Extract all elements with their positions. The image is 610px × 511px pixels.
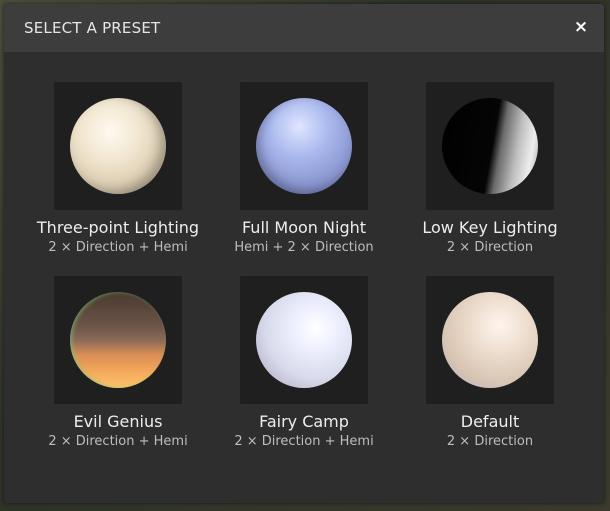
preset-description: 2 × Direction + Hemi [48,240,188,255]
preset-thumbnail [54,82,182,210]
preset-low-key-lighting[interactable]: Low Key Lighting 2 × Direction [396,82,584,255]
preset-dialog: SELECT A PRESET × Three-point Lighting 2… [4,4,604,503]
preset-thumbnail [426,276,554,404]
preset-default[interactable]: Default 2 × Direction [396,276,584,449]
sphere-preview [442,292,538,388]
preset-name: Full Moon Night [241,218,367,237]
preset-name: Default [460,412,520,431]
preset-name: Low Key Lighting [422,218,558,237]
preset-thumbnail [240,82,368,210]
preset-description: 2 × Direction + Hemi [48,434,188,449]
dialog-header: SELECT A PRESET × [4,4,604,52]
preset-name: Fairy Camp [259,412,349,431]
preset-name: Evil Genius [73,412,163,431]
preset-description: 2 × Direction + Hemi [234,434,374,449]
preset-three-point-lighting[interactable]: Three-point Lighting 2 × Direction + Hem… [24,82,212,255]
preset-fairy-camp[interactable]: Fairy Camp 2 × Direction + Hemi [210,276,398,449]
sphere-preview [256,98,352,194]
sphere-preview [256,292,352,388]
preset-evil-genius[interactable]: Evil Genius 2 × Direction + Hemi [24,276,212,449]
preset-description: 2 × Direction [446,434,534,449]
preset-thumbnail [240,276,368,404]
sphere-preview [442,98,538,194]
dialog-title: SELECT A PRESET [24,19,161,37]
preset-thumbnail [54,276,182,404]
sphere-preview [70,292,166,388]
close-icon[interactable]: × [570,16,592,38]
sphere-preview [70,98,166,194]
preset-name: Three-point Lighting [36,218,200,237]
preset-description: Hemi + 2 × Direction [234,240,374,255]
preset-description: 2 × Direction [446,240,534,255]
preset-thumbnail [426,82,554,210]
preset-full-moon-night[interactable]: Full Moon Night Hemi + 2 × Direction [210,82,398,255]
